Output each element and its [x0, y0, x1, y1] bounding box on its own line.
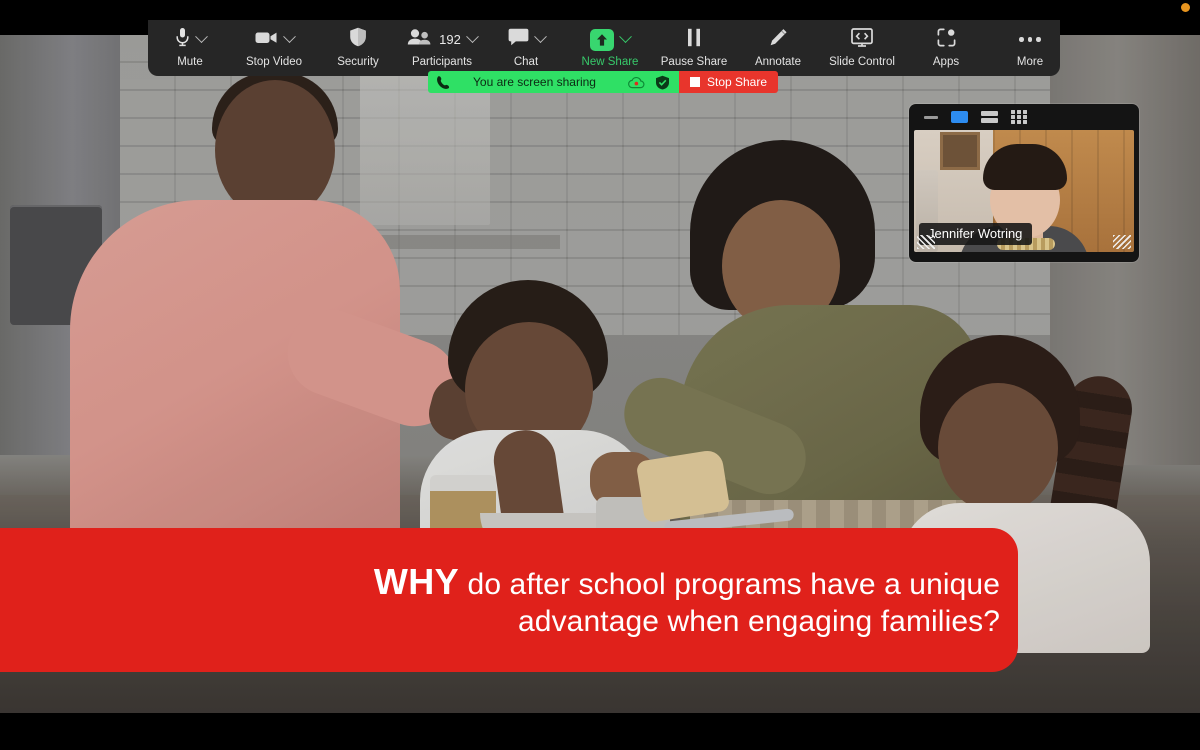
- zoom-meeting-toolbar: Mute Stop Video Security 192 Participant…: [148, 20, 1060, 76]
- bottom-letterbox: [0, 713, 1200, 750]
- new-share-chevron-down-icon[interactable]: [619, 30, 632, 44]
- sharing-status-group: You are screen sharing: [428, 71, 679, 93]
- toolbar-label-slide-control: Slide Control: [829, 55, 895, 68]
- video-camera-icon: [255, 30, 278, 50]
- pause-icon: [686, 28, 702, 52]
- people-icon: [407, 29, 432, 50]
- slide-heading: WHY do after school programs have a uniq…: [260, 560, 1000, 641]
- stop-square-icon: [689, 77, 700, 87]
- toolbar-label-participants: Participants: [411, 55, 473, 68]
- participant-count: 192: [439, 32, 461, 47]
- toolbar-button-slide-control[interactable]: Slide Control: [820, 20, 904, 76]
- toolbar-button-chat[interactable]: Chat: [484, 20, 568, 76]
- video-chevron-down-icon[interactable]: [282, 30, 296, 44]
- toolbar-label-new-share: New Share: [581, 55, 639, 68]
- stop-share-button[interactable]: Stop Share: [678, 71, 779, 93]
- recording-dot-icon: [1181, 3, 1190, 12]
- sharing-status-text: You are screen sharing: [473, 75, 596, 89]
- toolbar-label-security: Security: [337, 55, 379, 68]
- toolbar-label-mute: Mute: [177, 55, 203, 68]
- toolbar-button-apps[interactable]: Apps: [904, 20, 988, 76]
- shield-icon: [349, 27, 367, 52]
- resize-handle-left-icon[interactable]: [917, 235, 935, 249]
- ellipsis-icon: [1019, 37, 1041, 42]
- participant-name-label: Jennifer Wotring: [919, 223, 1033, 245]
- participant-video-thumbnail[interactable]: Jennifer Wotring: [909, 104, 1139, 262]
- cloud-record-icon[interactable]: [628, 76, 645, 89]
- toolbar-button-stop-video[interactable]: Stop Video: [232, 20, 316, 76]
- stop-share-label: Stop Share: [706, 75, 768, 89]
- screen-sharing-status-bar: You are screen sharing Stop Share: [428, 71, 779, 93]
- chat-chevron-down-icon[interactable]: [533, 30, 547, 44]
- slide-heading-emphasis: WHY: [373, 560, 460, 602]
- shield-check-icon[interactable]: [655, 75, 670, 90]
- phone-icon: [436, 75, 449, 90]
- toolbar-label-pause-share: Pause Share: [660, 55, 728, 68]
- apps-icon: [937, 28, 956, 52]
- minimize-icon[interactable]: [924, 115, 938, 119]
- chat-bubble-icon: [508, 28, 529, 51]
- toolbar-label-stop-video: Stop Video: [245, 55, 303, 68]
- zoom-screen-share-window: WHY do after school programs have a uniq…: [0, 0, 1200, 750]
- microphone-icon: [175, 27, 190, 52]
- mute-chevron-down-icon[interactable]: [194, 30, 208, 44]
- toolbar-button-participants[interactable]: 192 Participants: [400, 20, 484, 76]
- toolbar-button-security[interactable]: Security: [316, 20, 400, 76]
- toolbar-button-new-share[interactable]: New Share: [568, 20, 652, 76]
- toolbar-button-annotate[interactable]: Annotate: [736, 20, 820, 76]
- grid-view-icon[interactable]: [1011, 110, 1027, 124]
- thumbnail-video-feed[interactable]: Jennifer Wotring: [914, 130, 1134, 252]
- toolbar-label-apps: Apps: [932, 55, 960, 68]
- slide-heading-rest: do after school programs have a unique a…: [459, 567, 1000, 638]
- thumbnail-view-controls: [909, 104, 1139, 130]
- toolbar-button-mute[interactable]: Mute: [148, 20, 232, 76]
- gallery-view-icon[interactable]: [981, 110, 998, 124]
- toolbar-label-chat: Chat: [513, 55, 539, 68]
- toolbar-button-more[interactable]: More: [988, 20, 1072, 76]
- toolbar-button-pause-share[interactable]: Pause Share: [652, 20, 736, 76]
- up-arrow-icon: [590, 28, 614, 51]
- resize-handle-icon[interactable]: [1113, 235, 1131, 249]
- active-speaker-view-icon[interactable]: [951, 111, 968, 123]
- pencil-icon: [769, 28, 788, 52]
- toolbar-label-annotate: Annotate: [754, 55, 802, 68]
- participants-chevron-down-icon[interactable]: [465, 30, 479, 44]
- slide-caption-banner: WHY do after school programs have a uniq…: [0, 528, 1018, 672]
- toolbar-label-more: More: [1016, 55, 1044, 68]
- slide-control-icon: [851, 27, 873, 52]
